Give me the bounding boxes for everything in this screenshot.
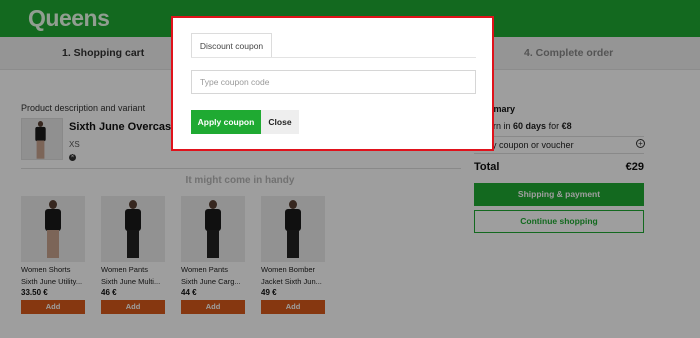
close-button[interactable]: Close [261,110,299,134]
coupon-code-input[interactable] [191,70,476,94]
tab-discount-coupon[interactable]: Discount coupon [191,33,272,58]
apply-coupon-button[interactable]: Apply coupon [191,110,261,134]
tab-underline [191,57,476,58]
discount-coupon-modal: Discount coupon Apply coupon Close [171,16,494,151]
